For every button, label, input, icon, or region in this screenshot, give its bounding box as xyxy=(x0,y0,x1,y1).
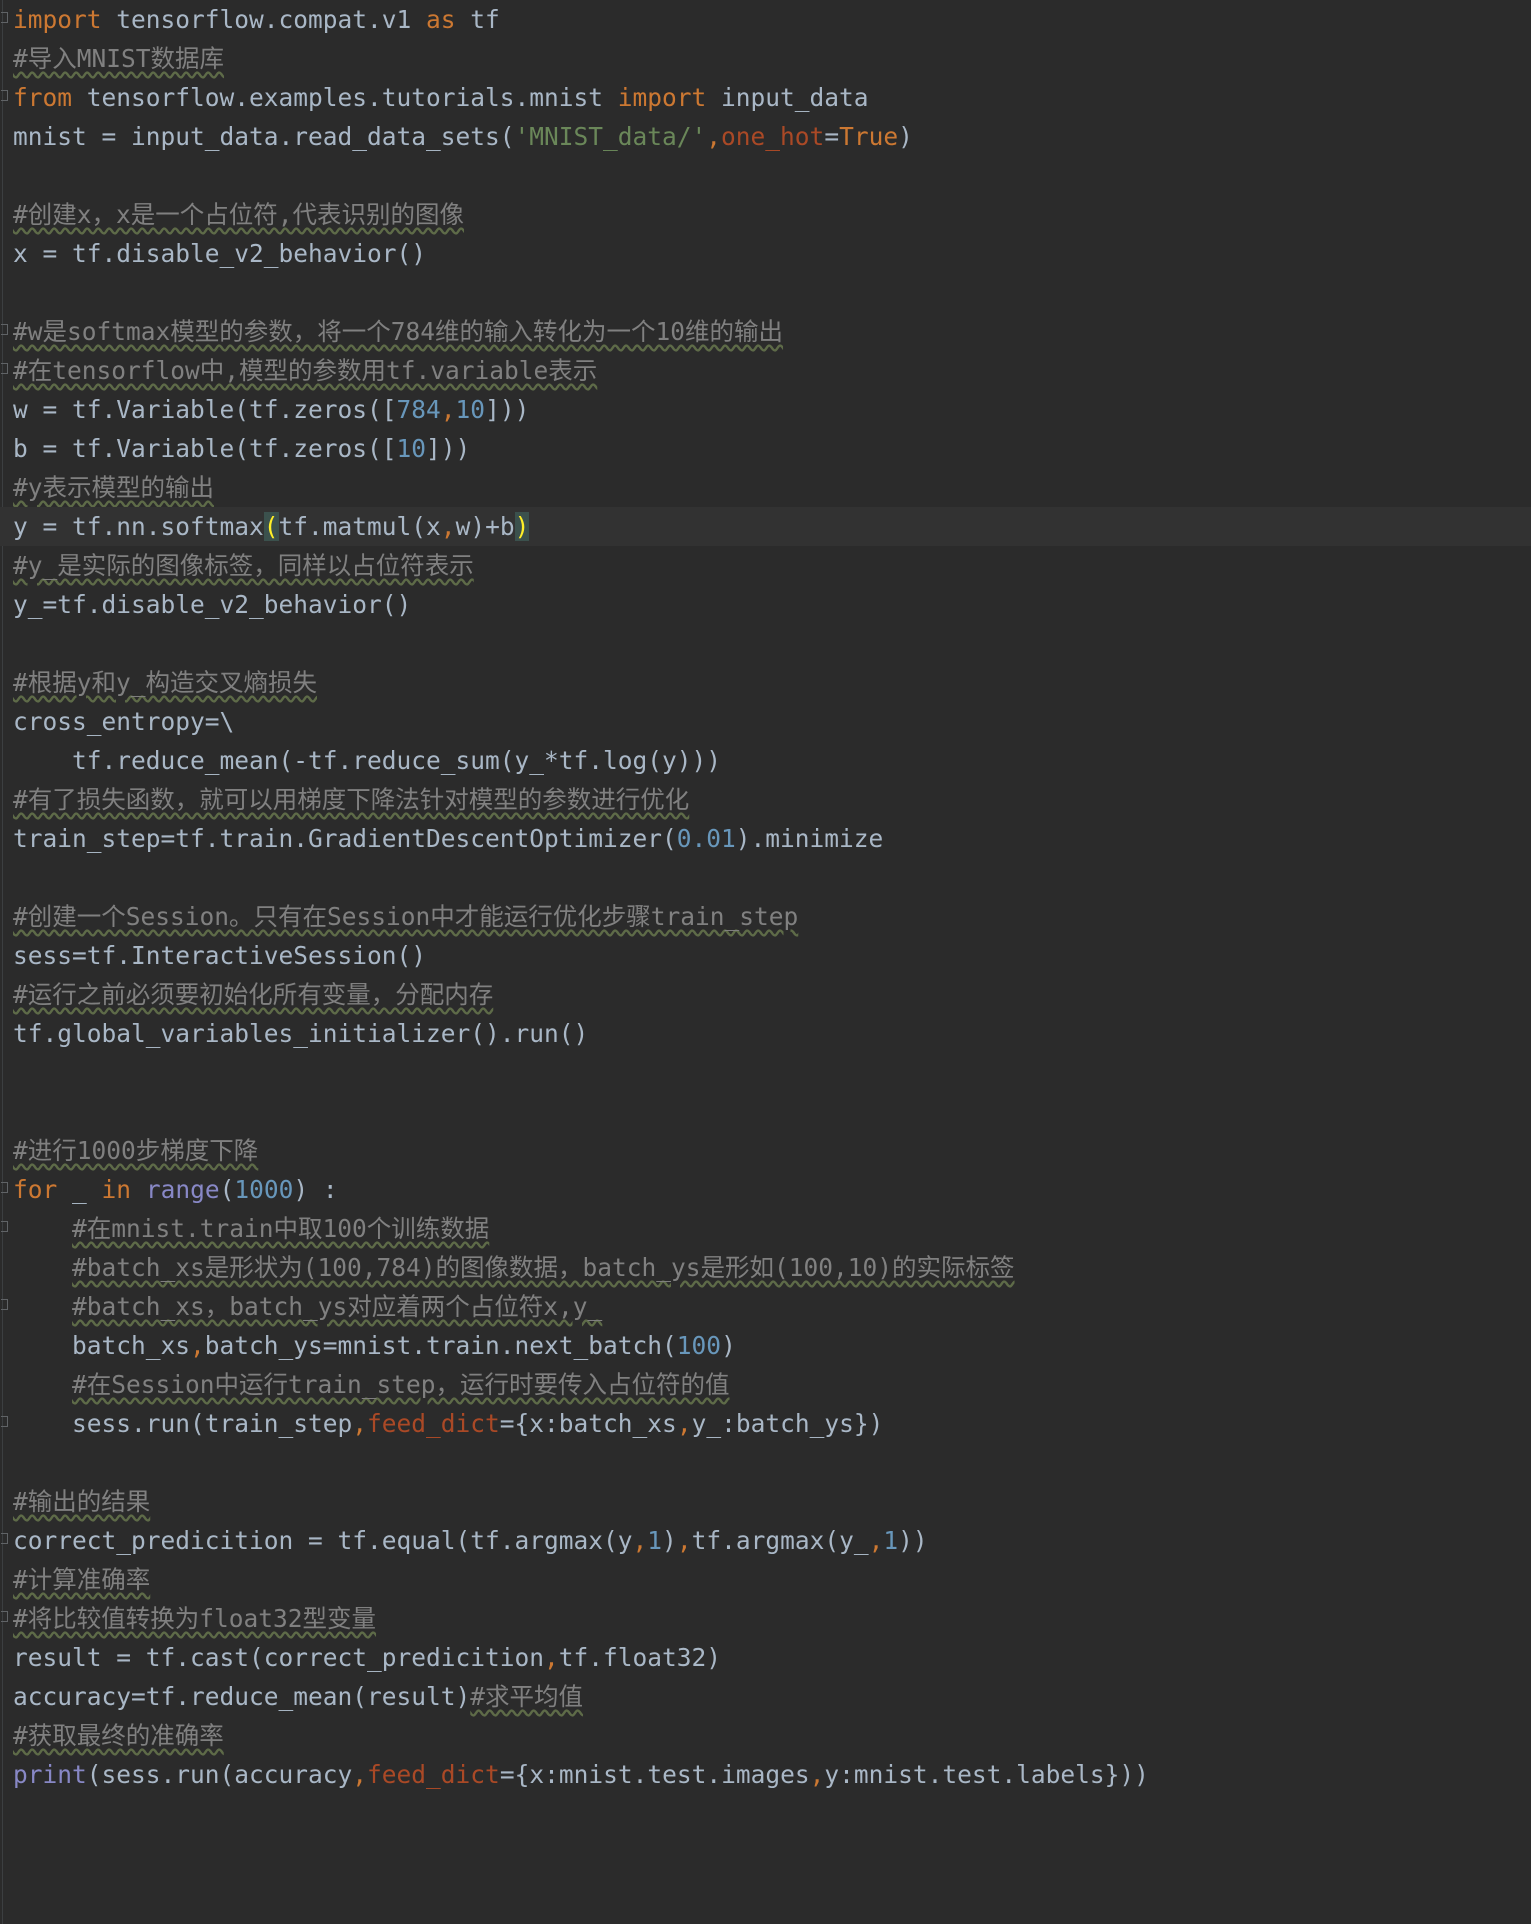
code-line[interactable]: #计算准确率 xyxy=(13,1560,1518,1599)
code-line[interactable]: mnist = input_data.read_data_sets('MNIST… xyxy=(13,117,1518,156)
code-line[interactable]: tf.global_variables_initializer().run() xyxy=(13,1014,1518,1053)
code-line[interactable]: #导入MNIST数据库 xyxy=(13,39,1518,78)
fold-marker-icon[interactable] xyxy=(1,1416,8,1427)
fold-marker-icon[interactable] xyxy=(1,1533,8,1544)
code-editor[interactable]: import tensorflow.compat.v1 as tf #导入MNIS… xyxy=(0,0,1531,1924)
code-line[interactable] xyxy=(13,273,1518,312)
code-line[interactable]: #y_是实际的图像标签，同样以占位符表示 xyxy=(13,546,1518,585)
fold-marker-icon[interactable] xyxy=(1,1299,8,1310)
code-line[interactable]: x = tf.disable_v2_behavior() xyxy=(13,234,1518,273)
code-line[interactable]: #有了损失函数，就可以用梯度下降法针对模型的参数进行优化 xyxy=(13,780,1518,819)
code-line[interactable]: #在tensorflow中,模型的参数用tf.variable表示 xyxy=(1,351,1518,390)
code-line[interactable]: train_step=tf.train.GradientDescentOptim… xyxy=(13,819,1518,858)
fold-gutter xyxy=(2,0,3,1924)
code-line[interactable] xyxy=(13,858,1518,897)
fold-marker-icon[interactable] xyxy=(1,363,8,374)
fold-marker-icon[interactable] xyxy=(1,90,8,101)
code-line[interactable]: b = tf.Variable(tf.zeros([10])) xyxy=(13,429,1518,468)
code-line[interactable] xyxy=(13,624,1518,663)
code-line[interactable]: w = tf.Variable(tf.zeros([784,10])) xyxy=(13,390,1518,429)
code-line[interactable]: #batch_xs是形状为(100,784)的图像数据，batch_ys是形如(… xyxy=(13,1248,1518,1287)
code-line[interactable]: #运行之前必须要初始化所有变量，分配内存 xyxy=(13,975,1518,1014)
code-line[interactable]: #y表示模型的输出 xyxy=(13,468,1518,507)
fold-marker-icon[interactable] xyxy=(1,324,8,335)
code-line[interactable]: correct_predicition = tf.equal(tf.argmax… xyxy=(1,1521,1518,1560)
code-line[interactable]: #w是softmax模型的参数，将一个784维的输入转化为一个10维的输出 xyxy=(1,312,1518,351)
code-line[interactable]: #创建x，x是一个占位符,代表识别的图像 xyxy=(13,195,1518,234)
code-line[interactable] xyxy=(13,1443,1518,1482)
code-line[interactable]: #将比较值转换为float32型变量 xyxy=(1,1599,1518,1638)
code-line[interactable]: cross_entropy=\ xyxy=(13,702,1518,741)
fold-marker-icon[interactable] xyxy=(1,12,8,23)
code-area[interactable]: import tensorflow.compat.v1 as tf #导入MNIS… xyxy=(0,0,1531,1794)
code-line[interactable]: y_=tf.disable_v2_behavior() xyxy=(13,585,1518,624)
code-line[interactable] xyxy=(13,156,1518,195)
code-line[interactable]: batch_xs,batch_ys=mnist.train.next_batch… xyxy=(13,1326,1518,1365)
code-line[interactable]: accuracy=tf.reduce_mean(result)#求平均值 xyxy=(13,1677,1518,1716)
fold-marker-icon[interactable] xyxy=(1,1221,8,1232)
fold-marker-icon[interactable] xyxy=(1,1182,8,1193)
code-line[interactable]: from tensorflow.examples.tutorials.mnist… xyxy=(1,78,1518,117)
code-line[interactable]: #在mnist.train中取100个训练数据 xyxy=(1,1209,1518,1248)
code-line[interactable]: import tensorflow.compat.v1 as tf xyxy=(1,0,1518,39)
code-line[interactable]: sess.run(train_step,feed_dict={x:batch_x… xyxy=(1,1404,1518,1443)
code-line[interactable]: for _ in range(1000) : xyxy=(1,1170,1518,1209)
code-line[interactable]: #输出的结果 xyxy=(13,1482,1518,1521)
code-line[interactable]: result = tf.cast(correct_predicition,tf.… xyxy=(13,1638,1518,1677)
code-line[interactable]: y = tf.nn.softmax(tf.matmul(x,w)+b) xyxy=(0,507,1531,546)
code-line[interactable] xyxy=(13,1053,1518,1092)
code-line[interactable]: #batch_xs，batch_ys对应着两个占位符x,y_ xyxy=(1,1287,1518,1326)
code-line[interactable]: sess=tf.InteractiveSession() xyxy=(13,936,1518,975)
code-line[interactable]: #进行1000步梯度下降 xyxy=(13,1131,1518,1170)
code-line[interactable]: #获取最终的准确率 xyxy=(13,1716,1518,1755)
code-line[interactable]: tf.reduce_mean(-tf.reduce_sum(y_*tf.log(… xyxy=(13,741,1518,780)
code-line[interactable]: #创建一个Session。只有在Session中才能运行优化步骤train_st… xyxy=(13,897,1518,936)
code-line[interactable]: #根据y和y_构造交叉熵损失 xyxy=(13,663,1518,702)
code-line[interactable]: print(sess.run(accuracy,feed_dict={x:mni… xyxy=(13,1755,1518,1794)
code-line[interactable]: #在Session中运行train_step，运行时要传入占位符的值 xyxy=(13,1365,1518,1404)
fold-marker-icon[interactable] xyxy=(1,1611,8,1622)
code-line[interactable] xyxy=(13,1092,1518,1131)
